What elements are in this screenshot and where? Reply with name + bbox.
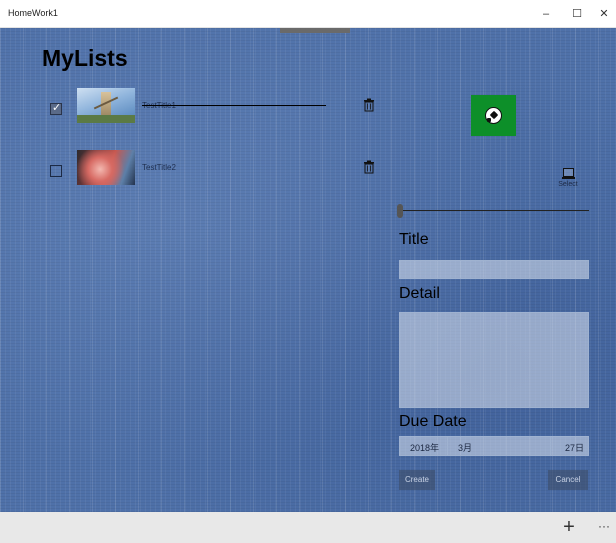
date-separator [550, 437, 551, 455]
trash-icon[interactable] [362, 160, 376, 174]
title-label: Title [399, 231, 429, 248]
detail-input[interactable] [399, 312, 589, 408]
add-icon[interactable]: + [558, 516, 580, 538]
due-date-label: Due Date [399, 413, 467, 430]
detail-label: Detail [399, 285, 440, 302]
trash-icon[interactable] [362, 98, 376, 112]
ground-shape [77, 115, 135, 123]
red-tree-image [77, 150, 135, 185]
soccer-ball-icon [485, 107, 502, 124]
slider-thumb[interactable] [397, 204, 403, 218]
command-bar: + ··· [0, 512, 616, 543]
title-bar: HomeWork1 – ☐ ✕ [0, 0, 616, 28]
soccer-ball-image [471, 95, 516, 136]
cancel-button[interactable]: Cancel [548, 470, 588, 490]
due-date-picker[interactable]: 2018年 3月 27日 [399, 436, 589, 456]
select-label: Select [558, 181, 578, 188]
list-item[interactable]: ✓ TestTitle1 [40, 88, 385, 128]
check-icon: ✓ [52, 102, 62, 114]
minimize-button[interactable]: – [532, 0, 560, 28]
sky-tower-image [77, 88, 135, 123]
page-title: MyLists [42, 45, 128, 71]
maximize-button[interactable]: ☐ [563, 0, 591, 28]
list-item[interactable]: TestTitle2 [40, 150, 385, 190]
item-title: TestTitle2 [142, 163, 176, 172]
slider-track [397, 210, 589, 211]
create-button[interactable]: Create [399, 470, 435, 490]
date-month[interactable]: 3月 [458, 441, 472, 454]
completed-checkbox[interactable] [50, 165, 62, 177]
more-icon[interactable]: ··· [595, 517, 613, 535]
completed-checkbox[interactable]: ✓ [50, 102, 62, 115]
select-image-button[interactable]: Select [553, 168, 583, 194]
image-size-slider[interactable] [397, 204, 589, 218]
date-separator [447, 437, 448, 455]
strikethrough-line [142, 105, 326, 106]
close-button[interactable]: ✕ [590, 0, 616, 28]
title-input[interactable] [399, 260, 589, 279]
drag-grip[interactable] [280, 28, 350, 33]
app-title: HomeWork1 [8, 8, 58, 18]
date-year[interactable]: 2018年 [410, 441, 439, 454]
monitor-icon [561, 168, 575, 179]
main-content: MyLists ✓ TestTitle1 TestTitle2 [0, 28, 616, 512]
date-day[interactable]: 27日 [565, 441, 584, 454]
